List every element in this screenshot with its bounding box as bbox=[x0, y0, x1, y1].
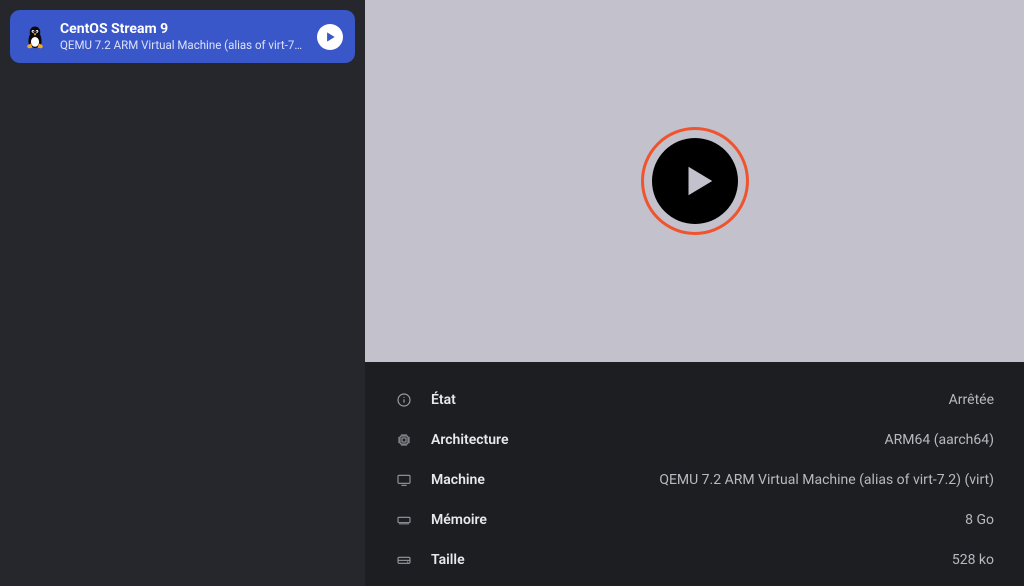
detail-label: Architecture bbox=[431, 432, 509, 448]
vm-preview-area bbox=[365, 0, 1024, 362]
detail-row-machine: Machine QEMU 7.2 ARM Virtual Machine (al… bbox=[395, 460, 994, 500]
detail-value: 528 ko bbox=[952, 552, 994, 568]
detail-label: Mémoire bbox=[431, 512, 487, 528]
disk-icon bbox=[395, 551, 413, 569]
info-icon bbox=[395, 391, 413, 409]
sidebar: CentOS Stream 9 QEMU 7.2 ARM Virtual Mac… bbox=[0, 0, 365, 586]
detail-row-size: Taille 528 ko bbox=[395, 540, 994, 580]
vm-list-item[interactable]: CentOS Stream 9 QEMU 7.2 ARM Virtual Mac… bbox=[10, 10, 355, 63]
start-vm-button[interactable] bbox=[641, 127, 749, 235]
vm-subtitle: QEMU 7.2 ARM Virtual Machine (alias of v… bbox=[60, 38, 305, 53]
vm-play-button[interactable] bbox=[317, 24, 343, 50]
detail-row-memory: Mémoire 8 Go bbox=[395, 500, 994, 540]
detail-label: État bbox=[431, 392, 456, 408]
detail-value: ARM64 (aarch64) bbox=[885, 432, 994, 448]
detail-value: Arrêtée bbox=[949, 392, 994, 408]
detail-label: Machine bbox=[431, 472, 485, 488]
detail-row-status: État Arrêtée bbox=[395, 380, 994, 420]
detail-row-architecture: Architecture ARM64 (aarch64) bbox=[395, 420, 994, 460]
detail-label: Taille bbox=[431, 552, 465, 568]
linux-penguin-icon bbox=[22, 24, 48, 50]
vm-details: État Arrêtée Architecture bbox=[365, 362, 1024, 586]
main-panel: État Arrêtée Architecture bbox=[365, 0, 1024, 586]
vm-title: CentOS Stream 9 bbox=[60, 20, 305, 38]
play-icon bbox=[652, 138, 738, 224]
monitor-icon bbox=[395, 471, 413, 489]
detail-value: QEMU 7.2 ARM Virtual Machine (alias of v… bbox=[659, 472, 994, 488]
memory-icon bbox=[395, 511, 413, 529]
chip-icon bbox=[395, 431, 413, 449]
detail-value: 8 Go bbox=[965, 512, 994, 528]
